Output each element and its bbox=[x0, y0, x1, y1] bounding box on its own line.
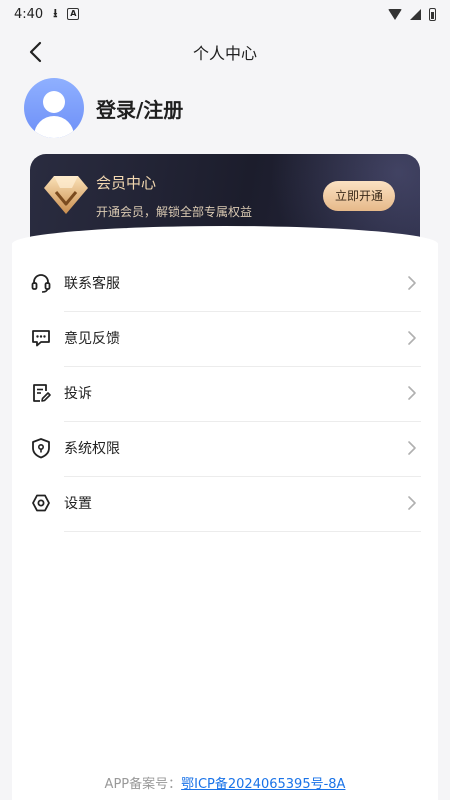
menu-item-system-permissions[interactable]: 系统权限 bbox=[12, 421, 438, 475]
chevron-right-icon bbox=[408, 496, 416, 510]
feedback-chat-icon bbox=[32, 330, 50, 347]
status-time: 4:40 bbox=[14, 6, 44, 22]
settings-hex-icon bbox=[32, 494, 50, 512]
chevron-right-icon bbox=[408, 386, 416, 400]
battery-icon bbox=[429, 7, 436, 21]
chevron-right-icon bbox=[408, 276, 416, 290]
complaint-edit-icon bbox=[33, 384, 51, 402]
profile-login[interactable]: 登录/注册 bbox=[24, 78, 183, 138]
vip-title: 会员中心 bbox=[96, 174, 157, 192]
menu-label: 系统权限 bbox=[64, 441, 120, 457]
menu-label: 联系客服 bbox=[64, 276, 120, 292]
icp-prefix: APP备案号： bbox=[104, 777, 182, 792]
menu-label: 设置 bbox=[64, 496, 92, 512]
icp-link[interactable]: 鄂ICP备2024065395号-8A bbox=[181, 777, 345, 792]
menu-item-contact-support[interactable]: 联系客服 bbox=[12, 256, 438, 310]
vip-open-button[interactable]: 立即开通 bbox=[323, 181, 395, 211]
menu-item-feedback[interactable]: 意见反馈 bbox=[12, 311, 438, 365]
vip-subtitle: 开通会员，解锁全部专属权益 bbox=[96, 205, 253, 219]
download-icon: ⭳ bbox=[53, 5, 58, 20]
wifi-icon bbox=[388, 8, 402, 20]
login-register-label[interactable]: 登录/注册 bbox=[96, 94, 183, 123]
footer-icp: APP备案号：鄂ICP备2024065395号-8A bbox=[0, 773, 450, 792]
divider bbox=[64, 531, 421, 532]
shield-permission-icon bbox=[32, 438, 50, 459]
diamond-icon bbox=[44, 176, 88, 214]
app-notification-icon: A bbox=[67, 8, 80, 20]
menu-label: 投诉 bbox=[64, 386, 92, 402]
headset-icon bbox=[31, 274, 51, 293]
chevron-right-icon bbox=[408, 331, 416, 345]
nav-bar: 个人中心 bbox=[0, 28, 450, 74]
menu-item-complaint[interactable]: 投诉 bbox=[12, 366, 438, 420]
signal-icon bbox=[410, 8, 421, 20]
status-bar: 4:40 ⭳ A bbox=[0, 0, 450, 28]
avatar[interactable] bbox=[24, 78, 84, 138]
page-title: 个人中心 bbox=[192, 44, 257, 63]
chevron-right-icon bbox=[408, 441, 416, 455]
menu-item-settings[interactable]: 设置 bbox=[12, 476, 438, 530]
menu-label: 意见反馈 bbox=[64, 331, 120, 347]
